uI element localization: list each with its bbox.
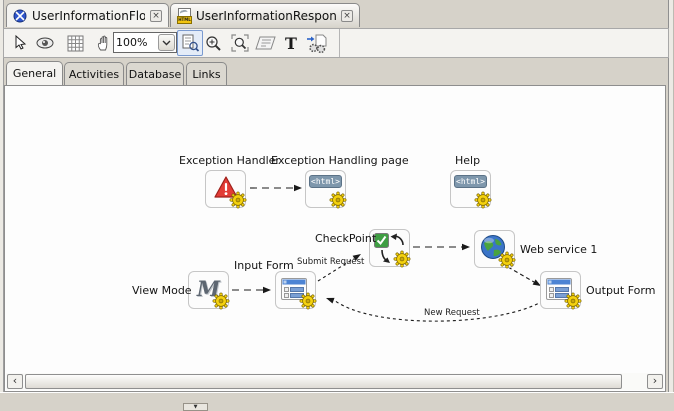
html-chip: <html> — [309, 175, 342, 188]
flow-editor-window: UserInformationFlow.xml × HTML UserInfor… — [0, 0, 674, 411]
node-label: Exception Handler — [179, 154, 280, 167]
node-label: Web service 1 — [520, 243, 598, 256]
preview-tool-button[interactable] — [32, 30, 58, 56]
html-file-icon: HTML — [177, 7, 192, 24]
zoom-area-icon — [231, 34, 249, 52]
node-help[interactable]: <html> — [450, 170, 491, 208]
node-label: Output Form — [586, 284, 656, 297]
node-web-service[interactable] — [474, 230, 515, 268]
edge-label-new-request: New Request — [424, 308, 480, 318]
collapse-panel-button[interactable]: ▼ — [183, 403, 208, 411]
notes-icon — [254, 36, 276, 49]
edge-label-submit-request: Submit Request — [297, 257, 365, 267]
zoom-dropdown-button[interactable] — [158, 34, 175, 51]
tab-general[interactable]: General — [6, 61, 63, 85]
node-exception-handler[interactable] — [205, 170, 246, 208]
horizontal-scrollbar[interactable]: ‹ › — [6, 373, 664, 390]
html-badge: HTML — [177, 15, 192, 24]
tab-links[interactable]: Links — [186, 62, 227, 85]
toolbar-separator — [339, 29, 340, 57]
doc-tab-label: UserInformationResponse_Message.xhtml — [196, 8, 336, 23]
toolbar: T — [3, 28, 669, 58]
pointer-icon — [15, 34, 27, 50]
tab-database[interactable]: Database — [126, 62, 184, 85]
node-input-form[interactable] — [275, 271, 316, 309]
generate-icon — [306, 34, 326, 53]
zoom-in-icon — [205, 35, 221, 51]
node-label: Help — [455, 154, 481, 167]
hand-icon — [97, 35, 108, 51]
scrollbar-thumb[interactable] — [25, 374, 622, 389]
select-tool-button[interactable] — [6, 30, 32, 56]
zoom-level-input[interactable] — [116, 34, 156, 51]
text-tool-button[interactable]: T — [278, 30, 304, 56]
chevron-down-icon — [162, 40, 171, 45]
window-right-border — [668, 0, 674, 392]
gear-icon — [299, 292, 317, 310]
node-label: CheckPoint — [315, 232, 377, 245]
flow-file-icon — [13, 9, 27, 22]
gear-icon — [212, 292, 230, 310]
node-label: Input Form — [234, 259, 294, 272]
grid-tool-button[interactable] — [62, 30, 88, 56]
node-label: Exception Handling page — [271, 154, 409, 167]
tab-activities[interactable]: Activities — [64, 62, 124, 85]
gear-icon — [498, 251, 516, 269]
gear-icon — [229, 191, 247, 209]
close-icon[interactable]: × — [150, 9, 162, 22]
zoom-page-icon — [182, 34, 200, 52]
gear-icon — [393, 250, 411, 268]
grid-icon — [67, 35, 83, 51]
scroll-left-button[interactable]: ‹ — [7, 374, 23, 389]
doc-tab-userinformationflow[interactable]: UserInformationFlow.xml × — [6, 3, 169, 27]
scroll-right-button[interactable]: › — [647, 374, 663, 389]
node-output-form[interactable] — [540, 271, 581, 309]
node-label: View Mode — [132, 284, 192, 297]
close-icon[interactable]: × — [341, 9, 353, 22]
gear-icon — [474, 191, 492, 209]
text-tool-icon: T — [285, 33, 297, 53]
node-exception-handling-page[interactable]: <html> — [305, 170, 346, 208]
eye-icon — [36, 37, 54, 49]
node-view-mode[interactable]: M — [188, 271, 229, 309]
bottom-panel-strip: ▼ — [0, 392, 674, 411]
generate-button[interactable] — [303, 30, 329, 56]
gear-icon — [329, 191, 347, 209]
notes-view-button[interactable] — [252, 30, 278, 56]
zoom-level-combobox[interactable] — [113, 32, 177, 53]
zoom-area-button[interactable] — [227, 30, 253, 56]
doc-tab-label: UserInformationFlow.xml — [32, 8, 145, 23]
doc-tab-userinformationresponse[interactable]: HTML UserInformationResponse_Message.xht… — [170, 3, 360, 27]
gear-icon — [564, 292, 582, 310]
zoom-in-button[interactable] — [200, 30, 226, 56]
html-chip: <html> — [454, 175, 487, 188]
